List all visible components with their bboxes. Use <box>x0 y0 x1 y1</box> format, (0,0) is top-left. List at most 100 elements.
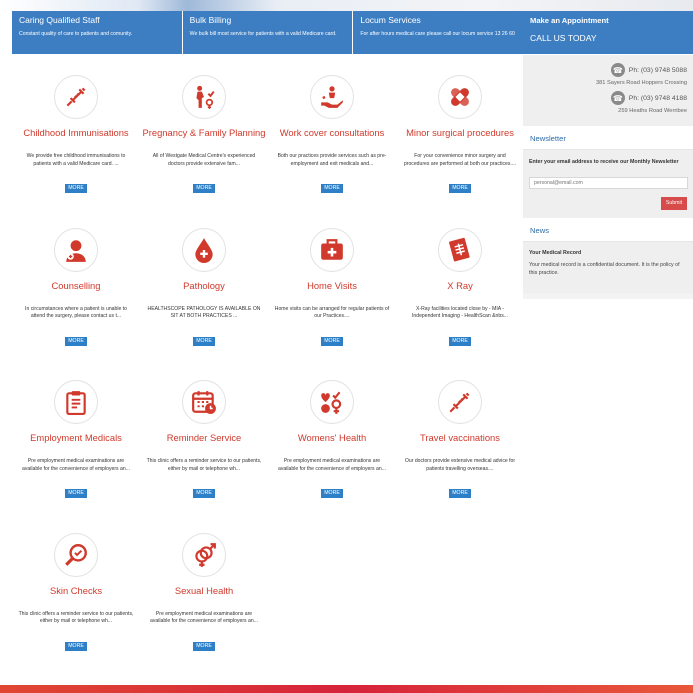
submit-button[interactable]: Submit <box>661 197 687 210</box>
more-button[interactable]: MORE <box>65 336 87 346</box>
feature-title: Locum Services <box>360 15 421 25</box>
service-description: Pre employment medical examinations are … <box>22 458 130 472</box>
newsletter-label: Enter your email address to receive our … <box>529 159 679 165</box>
address: 259 Heaths Road Werribee <box>618 108 687 114</box>
service-title[interactable]: Home Visits <box>268 280 396 291</box>
more-button[interactable]: MORE <box>193 184 215 193</box>
hero-banner-strip <box>0 0 693 11</box>
footer-strip <box>0 685 693 693</box>
service-description: Pre employment medical examinations are … <box>150 610 258 625</box>
bandage-icon <box>438 75 482 119</box>
service-title[interactable]: Pathology <box>140 280 268 291</box>
service-card: Minor surgical procedures For your conve… <box>396 65 524 205</box>
call-us-today: CALL US TODAY <box>530 33 597 43</box>
service-card: Womens' Health Pre employment medical ex… <box>268 370 396 510</box>
phone-number[interactable]: Ph: (03) 9748 5088 <box>629 67 687 74</box>
phone-icon: ☎ <box>610 63 625 77</box>
service-card: Pathology HEALTHSCOPE PATHOLOGY IS AVAIL… <box>140 218 268 358</box>
news-box: Your Medical Record Your medical record … <box>523 242 693 293</box>
service-description: All of Westgate Medical Centre's experie… <box>152 153 256 167</box>
more-button[interactable]: MORE <box>193 641 215 651</box>
appointment-title: Make an Appointment <box>530 16 609 25</box>
more-button[interactable]: MORE <box>65 184 87 193</box>
service-title[interactable]: Work cover consultations <box>268 127 396 138</box>
more-button[interactable]: MORE <box>449 489 471 498</box>
service-card: Skin Checks This clinic offers a reminde… <box>12 523 140 663</box>
news-item-title[interactable]: Your Medical Record <box>529 250 687 256</box>
service-description: For your convenience minor surgery and p… <box>403 153 517 167</box>
service-description: Pre employment medical examinations are … <box>278 458 386 472</box>
more-button[interactable]: MORE <box>65 641 87 651</box>
service-description: This clinic offers a reminder service to… <box>146 458 262 472</box>
service-card: Work cover consultations Both our practi… <box>268 65 396 205</box>
phone-row[interactable]: ☎ Ph: (03) 9748 4188 <box>610 91 687 105</box>
more-button[interactable]: MORE <box>193 489 215 498</box>
service-description: Our doctors provide extensive medical ad… <box>404 458 516 472</box>
more-button[interactable]: MORE <box>449 184 471 193</box>
syringe-icon <box>54 75 98 119</box>
appointment-box: Make an Appointment CALL US TODAY <box>523 11 693 54</box>
more-button[interactable]: MORE <box>193 336 215 346</box>
service-description: Both our practices provide services such… <box>277 153 387 167</box>
service-card: Employment Medicals Pre employment medic… <box>12 370 140 510</box>
feature-title: Caring Qualified Staff <box>19 15 100 25</box>
sidebar-footer-fill <box>523 293 693 299</box>
hand-care-icon <box>310 75 354 119</box>
service-title[interactable]: Minor surgical procedures <box>396 127 524 138</box>
service-card: Reminder Service This clinic offers a re… <box>140 370 268 510</box>
phone-row[interactable]: ☎ Ph: (03) 9748 5088 <box>610 63 687 77</box>
service-description: In circumstances where a patient is unab… <box>25 305 127 320</box>
more-button[interactable]: MORE <box>321 336 343 346</box>
more-button[interactable]: MORE <box>65 489 87 498</box>
email-field[interactable] <box>529 177 688 189</box>
service-card: Home Visits Home visits can be arranged … <box>268 218 396 358</box>
service-title[interactable]: Reminder Service <box>140 432 268 443</box>
service-card: Counselling In circumstances where a pat… <box>12 218 140 358</box>
feature-bulk-billing: Bulk Billing We bulk bill most service f… <box>182 11 354 54</box>
service-card: Travel vaccinations Our doctors provide … <box>396 370 524 510</box>
service-card: X Ray X-Ray facilities located close by … <box>396 218 524 358</box>
more-button[interactable]: MORE <box>449 336 471 346</box>
service-description: X-Ray facilities located close by - MIA … <box>412 305 508 320</box>
syringe-icon <box>438 380 482 424</box>
service-title[interactable]: X Ray <box>396 280 524 291</box>
contact-box: ☎ Ph: (03) 9748 5088 381 Sayers Road Hop… <box>523 55 693 126</box>
feature-title: Bulk Billing <box>189 15 232 25</box>
service-title[interactable]: Womens' Health <box>268 432 396 443</box>
feature-text: Constant quality of care to patients and… <box>19 31 133 37</box>
service-title[interactable]: Childhood Immunisations <box>12 127 140 138</box>
service-title[interactable]: Counselling <box>12 280 140 291</box>
magnifier-icon <box>54 532 98 577</box>
pregnancy-icon <box>182 75 226 119</box>
service-description: Home visits can be arranged for regular … <box>274 305 390 320</box>
calendar-icon <box>182 380 226 424</box>
news-heading: News <box>523 218 693 242</box>
service-description: HEALTHSCOPE PATHOLOGY IS AVAILABLE ON SI… <box>147 305 261 320</box>
blood-drop-icon <box>182 227 226 272</box>
counsellor-icon <box>54 227 98 272</box>
feature-locum-services: Locum Services For after hours medical c… <box>353 11 524 54</box>
service-title[interactable]: Travel vaccinations <box>396 432 524 443</box>
service-card: Sexual Health Pre employment medical exa… <box>140 523 268 663</box>
feature-bar: Caring Qualified Staff Constant quality … <box>12 11 524 54</box>
more-button[interactable]: MORE <box>321 489 343 498</box>
service-description: This clinic offers a reminder service to… <box>18 610 134 625</box>
service-description: We provide free childhood immunisations … <box>26 153 126 167</box>
gender-symbols-icon <box>182 532 226 577</box>
newsletter-box: Enter your email address to receive our … <box>523 150 693 218</box>
service-title[interactable]: Employment Medicals <box>12 432 140 443</box>
medical-kit-icon <box>310 227 354 272</box>
service-title[interactable]: Sexual Health <box>140 585 268 596</box>
feature-text: For after hours medical care please call… <box>360 31 515 37</box>
xray-icon <box>438 227 482 272</box>
feature-caring-staff: Caring Qualified Staff Constant quality … <box>12 11 183 54</box>
more-button[interactable]: MORE <box>321 184 343 193</box>
service-card: Childhood Immunisations We provide free … <box>12 65 140 205</box>
newsletter-heading: Newsletter <box>523 126 693 150</box>
service-card: Pregnancy & Family Planning All of Westg… <box>140 65 268 205</box>
phone-number[interactable]: Ph: (03) 9748 4188 <box>629 95 687 102</box>
service-title[interactable]: Skin Checks <box>12 585 140 596</box>
feature-text: We bulk bill most service for patients w… <box>189 31 337 37</box>
service-title[interactable]: Pregnancy & Family Planning <box>140 127 268 138</box>
sidebar: Make an Appointment CALL US TODAY ☎ Ph: … <box>523 11 693 299</box>
